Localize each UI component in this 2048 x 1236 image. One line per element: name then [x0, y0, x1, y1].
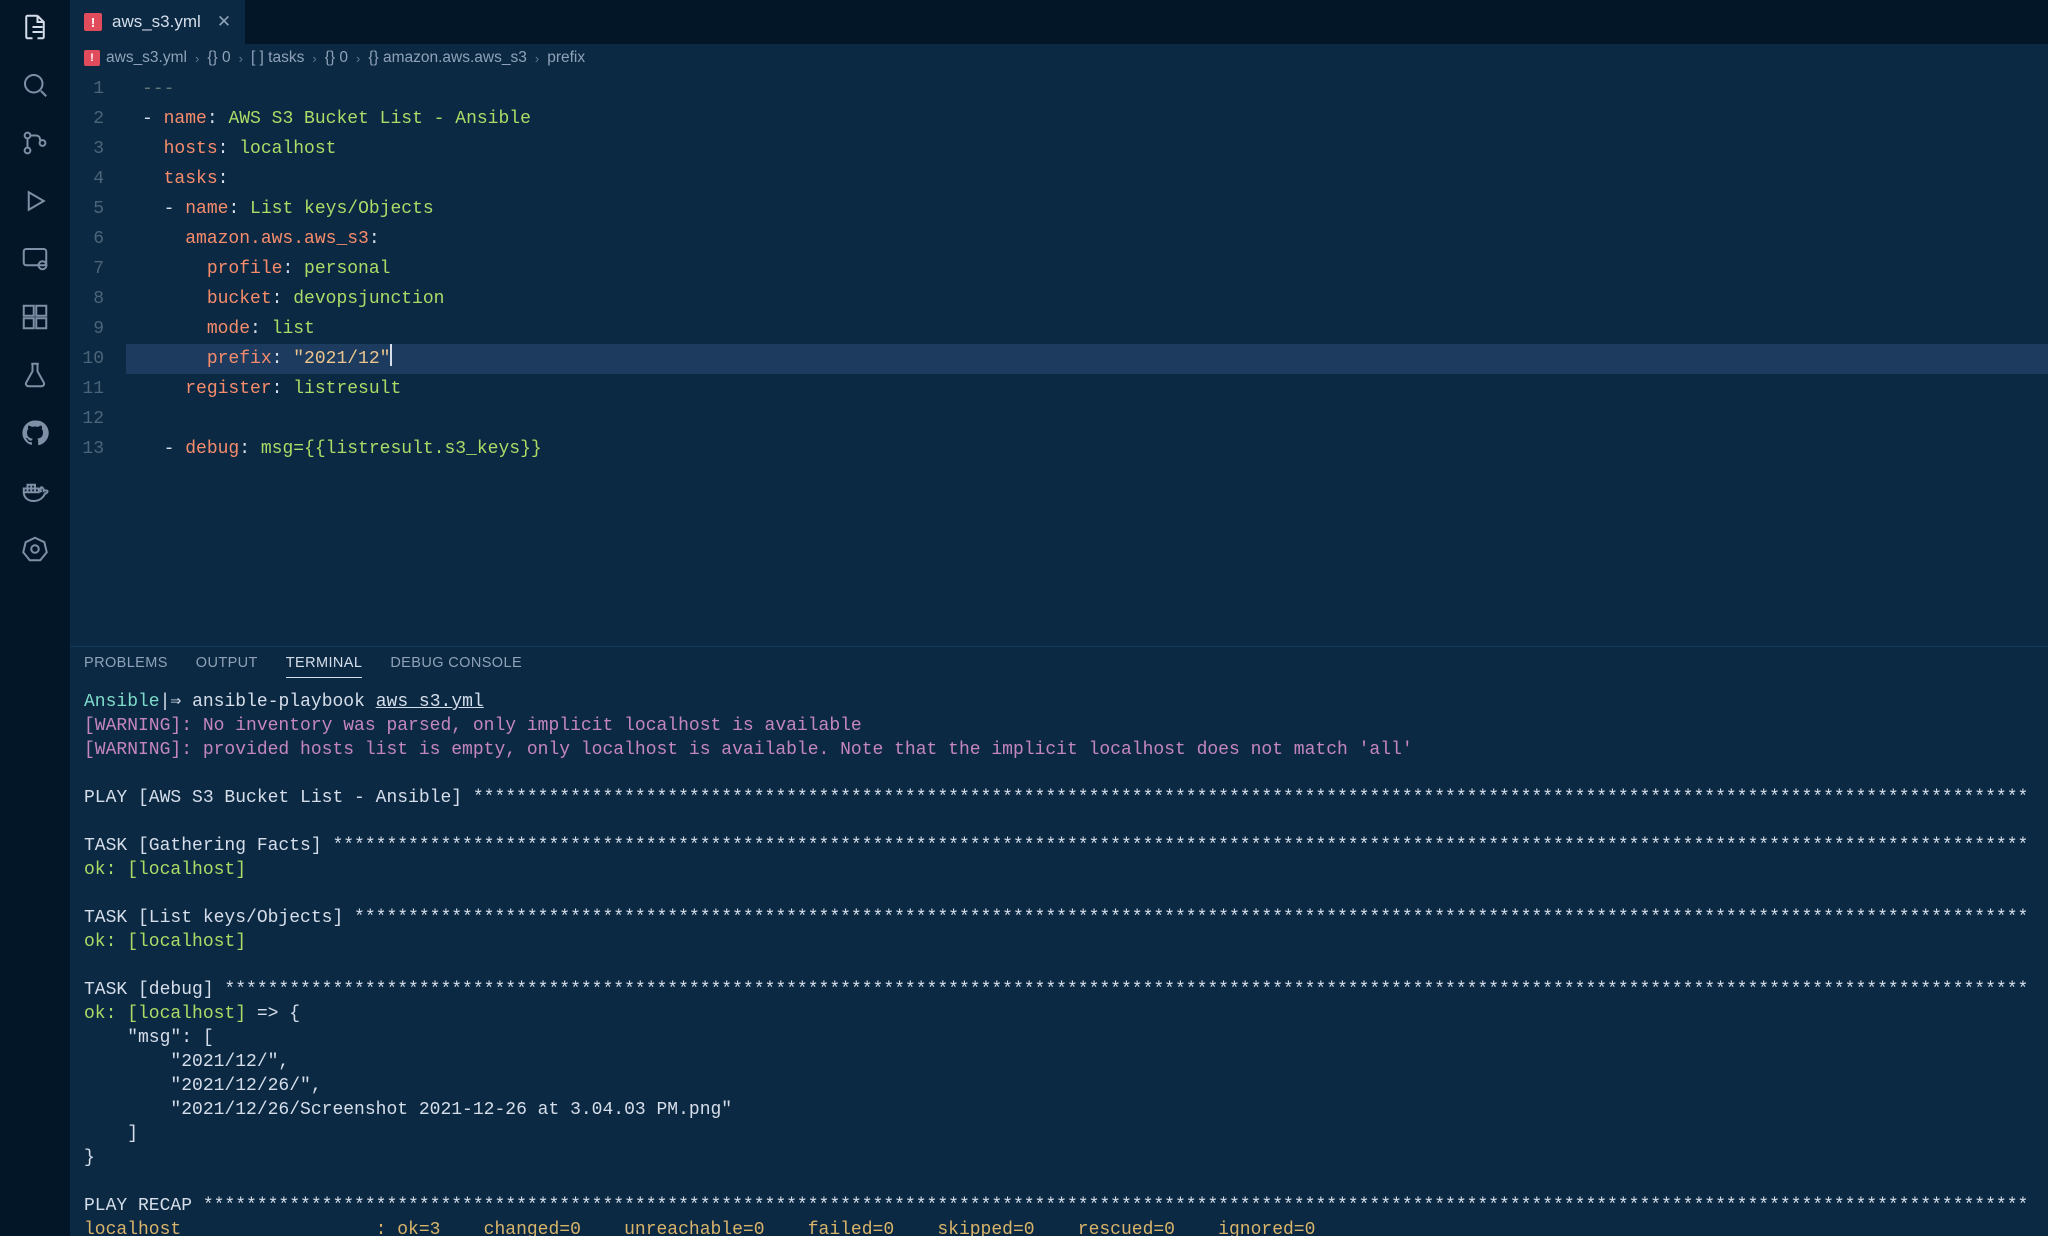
- tab-filename: aws_s3.yml: [112, 12, 201, 32]
- code-editor[interactable]: 12345678910111213 ---- name: AWS S3 Buck…: [70, 72, 2048, 646]
- explorer-icon[interactable]: [18, 10, 52, 44]
- close-icon[interactable]: ✕: [217, 12, 231, 32]
- remote-icon[interactable]: [18, 242, 52, 276]
- breadcrumb-item[interactable]: aws_s3.yml: [84, 49, 187, 67]
- panel-tab-bar: PROBLEMS OUTPUT TERMINAL DEBUG CONSOLE: [70, 647, 2048, 678]
- yaml-file-icon: [84, 50, 100, 66]
- breadcrumb-item[interactable]: {} amazon.aws.aws_s3: [368, 49, 527, 67]
- chevron-right-icon: ›: [239, 51, 243, 66]
- breadcrumb-item[interactable]: [ ] tasks: [251, 49, 304, 67]
- code-line[interactable]: [126, 404, 2048, 434]
- kubernetes-icon[interactable]: [18, 532, 52, 566]
- code-area[interactable]: ---- name: AWS S3 Bucket List - Ansible …: [126, 72, 2048, 646]
- code-line[interactable]: amazon.aws.aws_s3:: [126, 224, 2048, 254]
- code-line[interactable]: bucket: devopsjunction: [126, 284, 2048, 314]
- activity-bar: [0, 0, 70, 1236]
- panel-tab-terminal[interactable]: TERMINAL: [286, 655, 363, 678]
- extensions-icon[interactable]: [18, 300, 52, 334]
- breadcrumb[interactable]: aws_s3.yml › {} 0 › [ ] tasks › {} 0 › {} amazon…: [70, 44, 2048, 72]
- chevron-right-icon: ›: [195, 51, 199, 66]
- chevron-right-icon: ›: [312, 51, 316, 66]
- code-line[interactable]: hosts: localhost: [126, 134, 2048, 164]
- code-line[interactable]: ---: [126, 74, 2048, 104]
- chevron-right-icon: ›: [356, 51, 360, 66]
- panel-tab-problems[interactable]: PROBLEMS: [84, 655, 168, 678]
- code-line[interactable]: - debug: msg={{listresult.s3_keys}}: [126, 434, 2048, 464]
- docker-icon[interactable]: [18, 474, 52, 508]
- editor-tab-aws-s3-yml[interactable]: aws_s3.yml ✕: [70, 0, 245, 44]
- code-line[interactable]: - name: AWS S3 Bucket List - Ansible: [126, 104, 2048, 134]
- code-line[interactable]: prefix: "2021/12": [126, 344, 2048, 374]
- breadcrumb-item[interactable]: {} 0: [207, 49, 230, 67]
- source-control-icon[interactable]: [18, 126, 52, 160]
- search-icon[interactable]: [18, 68, 52, 102]
- testing-icon[interactable]: [18, 358, 52, 392]
- code-line[interactable]: - name: List keys/Objects: [126, 194, 2048, 224]
- breadcrumb-item[interactable]: prefix: [547, 49, 585, 67]
- code-line[interactable]: mode: list: [126, 314, 2048, 344]
- code-line[interactable]: profile: personal: [126, 254, 2048, 284]
- panel-tab-output[interactable]: OUTPUT: [196, 655, 258, 678]
- yaml-file-icon: [84, 13, 102, 31]
- tab-bar: aws_s3.yml ✕: [70, 0, 2048, 44]
- breadcrumb-item[interactable]: {} 0: [325, 49, 348, 67]
- github-icon[interactable]: [18, 416, 52, 450]
- chevron-right-icon: ›: [535, 51, 539, 66]
- terminal-output[interactable]: Ansible|⇒ ansible-playbook aws_s3.yml [W…: [70, 678, 2048, 1236]
- code-line[interactable]: register: listresult: [126, 374, 2048, 404]
- line-number-gutter: 12345678910111213: [70, 72, 126, 646]
- bottom-panel: PROBLEMS OUTPUT TERMINAL DEBUG CONSOLE Ansi…: [70, 646, 2048, 1236]
- run-debug-icon[interactable]: [18, 184, 52, 218]
- panel-tab-debug-console[interactable]: DEBUG CONSOLE: [390, 655, 522, 678]
- code-line[interactable]: tasks:: [126, 164, 2048, 194]
